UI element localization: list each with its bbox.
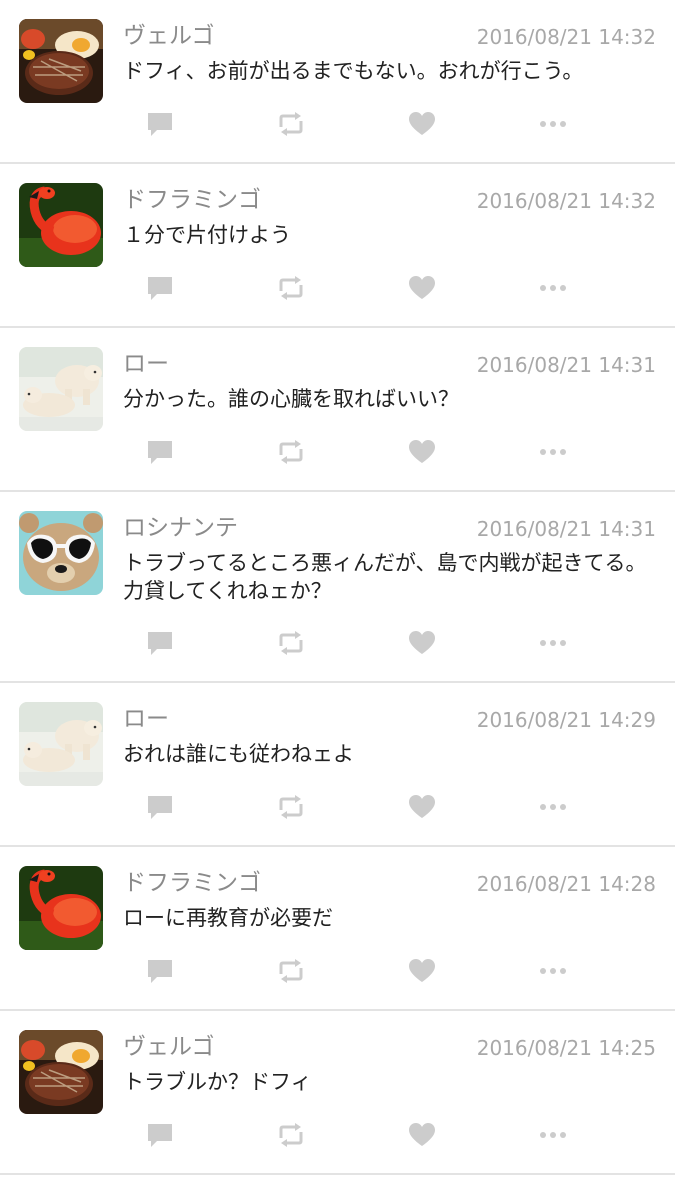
post-text: １分で片付けよう: [123, 223, 291, 247]
post[interactable]: ロー 2016/08/21 14:29 おれは誰にも従わねェよ: [0, 683, 675, 847]
heart-icon[interactable]: [404, 437, 440, 467]
heart-icon[interactable]: [404, 628, 440, 658]
heart-icon[interactable]: [404, 273, 440, 303]
more-icon[interactable]: [535, 792, 571, 822]
steak-avatar[interactable]: [19, 1030, 103, 1114]
retweet-icon[interactable]: [273, 628, 309, 658]
timestamp: 2016/08/21 14:31: [476, 517, 656, 541]
timestamp: 2016/08/21 14:28: [476, 872, 656, 896]
user-name[interactable]: ヴェルゴ: [123, 20, 215, 52]
comment-icon[interactable]: [142, 792, 178, 822]
flamingo-avatar[interactable]: [19, 183, 103, 267]
polar-bear-avatar[interactable]: [19, 347, 103, 431]
post-text: おれは誰にも従わねェよ: [123, 742, 354, 766]
more-icon[interactable]: [535, 628, 571, 658]
user-name[interactable]: ロー: [123, 703, 169, 735]
heart-icon[interactable]: [404, 956, 440, 986]
retweet-icon[interactable]: [273, 956, 309, 986]
timestamp: 2016/08/21 14:32: [476, 25, 656, 49]
flamingo-avatar[interactable]: [19, 866, 103, 950]
more-icon[interactable]: [535, 273, 571, 303]
post[interactable]: ロシナンテ 2016/08/21 14:31 トラブってるところ悪ィんだが、島で…: [0, 492, 675, 683]
post-text: トラブルか？ドフィ: [123, 1070, 312, 1094]
comment-icon[interactable]: [142, 956, 178, 986]
post[interactable]: ドフラミンゴ 2016/08/21 14:28 ローに再教育が必要だ: [0, 847, 675, 1011]
user-name[interactable]: ドフラミンゴ: [123, 867, 261, 899]
retweet-icon[interactable]: [273, 792, 309, 822]
polar-bear-avatar[interactable]: [19, 702, 103, 786]
action-bar: [0, 792, 675, 822]
action-bar: [0, 628, 675, 658]
comment-icon[interactable]: [142, 437, 178, 467]
teddy-bear-avatar[interactable]: [19, 511, 103, 595]
timestamp: 2016/08/21 14:32: [476, 189, 656, 213]
post[interactable]: ヴェルゴ 2016/08/21 14:25 トラブルか？ドフィ: [0, 1011, 675, 1175]
timestamp: 2016/08/21 14:25: [476, 1036, 656, 1060]
retweet-icon[interactable]: [273, 109, 309, 139]
heart-icon[interactable]: [404, 1120, 440, 1150]
comment-icon[interactable]: [142, 109, 178, 139]
user-name[interactable]: ヴェルゴ: [123, 1031, 215, 1063]
post[interactable]: ロー 2016/08/21 14:31 分かった。誰の心臓を取ればいい？: [0, 328, 675, 492]
post[interactable]: ドフラミンゴ 2016/08/21 14:32 １分で片付けよう: [0, 164, 675, 328]
action-bar: [0, 956, 675, 986]
comment-icon[interactable]: [142, 273, 178, 303]
post-text: ドフィ、お前が出るまでもない。おれが行こう。: [123, 59, 584, 83]
timeline: ヴェルゴ 2016/08/21 14:32 ドフィ、お前が出るまでもない。おれが…: [0, 0, 675, 1175]
steak-avatar[interactable]: [19, 19, 103, 103]
timestamp: 2016/08/21 14:31: [476, 353, 656, 377]
more-icon[interactable]: [535, 109, 571, 139]
comment-icon[interactable]: [142, 1120, 178, 1150]
heart-icon[interactable]: [404, 792, 440, 822]
action-bar: [0, 273, 675, 303]
user-name[interactable]: ロシナンテ: [123, 512, 238, 544]
retweet-icon[interactable]: [273, 437, 309, 467]
more-icon[interactable]: [535, 956, 571, 986]
user-name[interactable]: ドフラミンゴ: [123, 184, 261, 216]
action-bar: [0, 109, 675, 139]
comment-icon[interactable]: [142, 628, 178, 658]
retweet-icon[interactable]: [273, 1120, 309, 1150]
retweet-icon[interactable]: [273, 273, 309, 303]
more-icon[interactable]: [535, 437, 571, 467]
heart-icon[interactable]: [404, 109, 440, 139]
post-text: トラブってるところ悪ィんだが、島で内戦が起きてる。力貸してくれねェか？: [123, 551, 647, 603]
action-bar: [0, 437, 675, 467]
post[interactable]: ヴェルゴ 2016/08/21 14:32 ドフィ、お前が出るまでもない。おれが…: [0, 0, 675, 164]
post-text: ローに再教育が必要だ: [123, 906, 333, 930]
user-name[interactable]: ロー: [123, 348, 169, 380]
more-icon[interactable]: [535, 1120, 571, 1150]
timestamp: 2016/08/21 14:29: [476, 708, 656, 732]
action-bar: [0, 1120, 675, 1150]
post-text: 分かった。誰の心臓を取ればいい？: [123, 387, 459, 411]
